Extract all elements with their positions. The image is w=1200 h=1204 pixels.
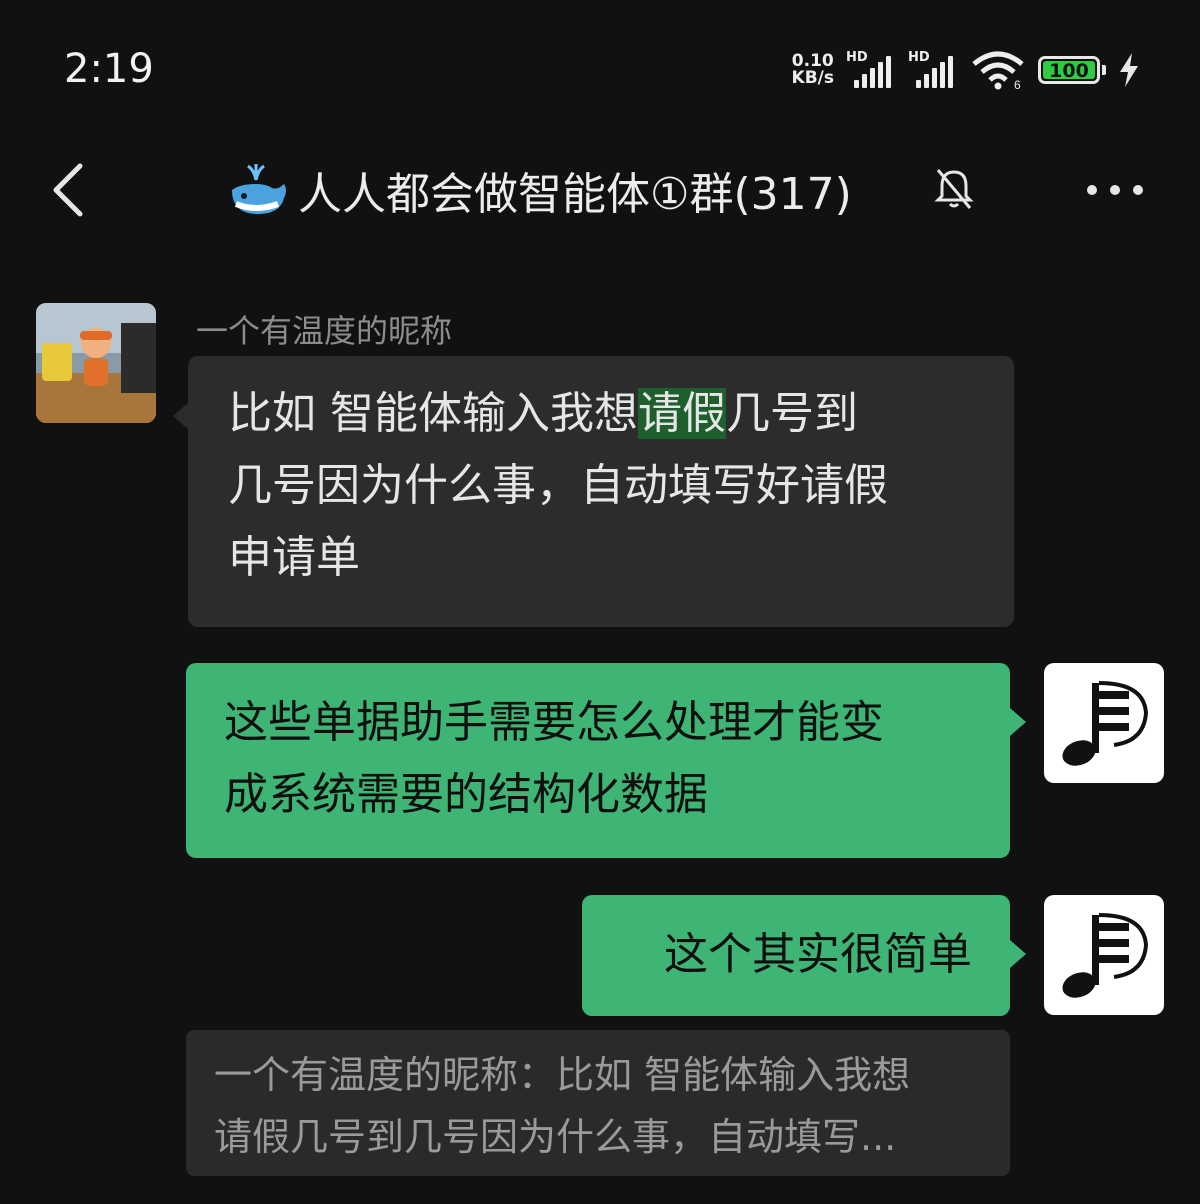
more-options-icon[interactable] [1080,170,1150,210]
mute-bell-icon [934,169,974,209]
message-line: 比如 智能体输入我想请假几号到 [228,378,974,450]
message-line: 这个其实很简单 [664,929,972,980]
quote-line: 请假几号到几号因为什么事，自动填写... [214,1115,897,1159]
my-avatar[interactable] [1044,895,1164,1015]
wifi-badge: 6 [1014,78,1021,90]
charging-bolt-icon [1120,53,1138,87]
cellular-signal-icon: HD [846,50,896,88]
chat-title: 人人都会做智能体①群(317) [226,158,852,222]
battery-level: 100 [1043,61,1095,81]
status-time: 2:19 [64,46,154,92]
bubble-tail [1010,708,1026,736]
chat-title-text: 人人都会做智能体①群(317) [298,169,852,220]
message-line: 成系统需要的结构化数据 [224,769,708,820]
quote-line: 一个有温度的昵称：比如 智能体输入我想 [214,1053,911,1097]
music-note-icon [1062,681,1149,766]
avatar-image [36,303,156,423]
hd-label: HD [846,50,868,65]
message-text: 几号到 [726,388,858,439]
message-text: 比如 智能体输入我想 [228,388,638,439]
quoted-message[interactable]: 一个有温度的昵称：比如 智能体输入我想 请假几号到几号因为什么事，自动填写... [186,1030,1010,1176]
music-note-icon [1062,913,1149,998]
message-bubble-outgoing[interactable]: 这些单据助手需要怎么处理才能变 成系统需要的结构化数据 [186,663,1010,858]
hd-label-2: HD [908,50,930,65]
message-line: 这些单据助手需要怎么处理才能变 [224,697,884,748]
status-icons: 0.10 KB/s HD HD 6 100 [792,50,1140,90]
bubble-tail [1010,940,1026,968]
highlighted-text: 请假 [638,388,726,439]
whale-icon [232,164,286,214]
sender-nickname: 一个有温度的昵称 [196,312,453,350]
message-line: 几号因为什么事，自动填写好请假 [228,460,888,511]
my-avatar[interactable] [1044,663,1164,783]
message-bubble-outgoing[interactable]: 这个其实很简单 [582,895,1010,1016]
back-arrow-icon[interactable] [46,160,106,220]
network-speed-unit: KB/s [791,68,834,88]
bubble-tail [173,402,189,430]
battery-icon: 100 [1038,56,1106,84]
network-speed: 0.10 KB/s [792,53,834,87]
wifi-icon: 6 [972,51,1024,90]
message-bubble-incoming[interactable]: 比如 智能体输入我想请假几号到 几号因为什么事，自动填写好请假 申请单 [188,356,1014,627]
message-line: 申请单 [228,532,360,583]
sender-avatar[interactable] [36,303,156,423]
cellular-signal-icon-2: HD [908,50,958,88]
